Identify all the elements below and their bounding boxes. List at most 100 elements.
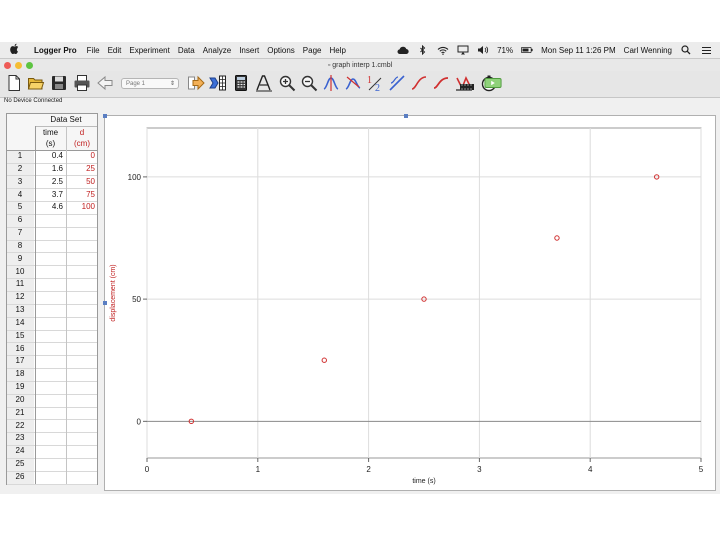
table-row[interactable]: 7	[7, 227, 97, 241]
table-row[interactable]: 9	[7, 253, 97, 267]
time-cell[interactable]: 2.5	[35, 176, 65, 189]
table-row[interactable]: 24	[7, 445, 97, 459]
table-row[interactable]: 26	[7, 471, 97, 485]
new-file-icon[interactable]	[5, 74, 23, 92]
table-row[interactable]: 4 3.7 75	[7, 189, 97, 203]
table-row[interactable]: 16	[7, 343, 97, 357]
table-row[interactable]: 5 4.6 100	[7, 201, 97, 215]
collect-button[interactable]	[483, 74, 503, 92]
app-menu[interactable]: Logger Pro	[34, 46, 77, 55]
curve-fit-linear-icon[interactable]	[388, 74, 406, 92]
window-titlebar: ▫ graph interp 1.cmbl	[0, 59, 720, 71]
menu-help[interactable]: Help	[329, 46, 345, 55]
menu-page[interactable]: Page	[303, 46, 322, 55]
table-row[interactable]: 18	[7, 368, 97, 382]
table-row[interactable]: 20	[7, 394, 97, 408]
menu-options[interactable]: Options	[267, 46, 295, 55]
d-cell[interactable]: 100	[67, 201, 97, 214]
table-row[interactable]: 10	[7, 266, 97, 280]
resize-handle[interactable]	[103, 301, 107, 305]
time-cell[interactable]: 0.4	[35, 150, 65, 163]
menu-file[interactable]: File	[87, 46, 100, 55]
bluetooth-icon[interactable]	[417, 45, 429, 55]
row-number: 14	[15, 317, 25, 327]
table-row[interactable]: 13	[7, 304, 97, 318]
airplay-icon[interactable]	[457, 45, 469, 55]
user-name[interactable]: Carl Wenning	[624, 46, 672, 55]
d-cell[interactable]: 0	[67, 150, 97, 163]
table-row[interactable]: 25	[7, 458, 97, 472]
menu-analyze[interactable]: Analyze	[203, 46, 231, 55]
table-row[interactable]: 19	[7, 381, 97, 395]
x-tick-label: 0	[145, 465, 150, 474]
volume-icon[interactable]	[477, 45, 489, 55]
creative-cloud-icon[interactable]	[397, 45, 409, 55]
page-selector[interactable]: Page 1 ⇕	[121, 78, 179, 89]
graph[interactable]: 0 1 2 3 4 5050100time (s)displacement (cm)	[105, 116, 715, 490]
text-annotation-icon[interactable]	[255, 74, 273, 92]
table-row[interactable]: 23	[7, 432, 97, 447]
curve-fit-icon[interactable]	[410, 74, 428, 92]
table-row[interactable]: 11	[7, 278, 97, 292]
table-row[interactable]: 2 1.6 25	[7, 163, 97, 177]
row-number: 2	[17, 163, 23, 173]
search-icon[interactable]	[680, 45, 692, 55]
integral-icon[interactable]: 12	[366, 74, 384, 92]
resize-handle[interactable]	[103, 114, 107, 118]
d-cell[interactable]: 25	[67, 163, 97, 176]
row-number: 4	[17, 189, 23, 199]
save-icon[interactable]	[50, 74, 68, 92]
wifi-icon[interactable]	[437, 45, 449, 55]
d-cell[interactable]: 75	[67, 189, 97, 202]
next-page-icon[interactable]	[187, 74, 205, 92]
clock[interactable]: Mon Sep 11 1:26 PM	[541, 46, 616, 55]
y-tick-label: 100	[128, 173, 142, 182]
open-folder-icon[interactable]	[27, 74, 45, 92]
table-row[interactable]: 21	[7, 407, 97, 421]
svg-text:2: 2	[375, 83, 380, 92]
table-row[interactable]: 1 0.4 0	[7, 150, 97, 164]
table-row[interactable]: 8	[7, 240, 97, 254]
table-row[interactable]: 3 2.5 50	[7, 176, 97, 190]
menu-data[interactable]: Data	[178, 46, 195, 55]
x-tick-label: 1	[256, 465, 261, 474]
examine-icon[interactable]	[322, 74, 340, 92]
stats-icon[interactable]	[432, 74, 450, 92]
resize-handle[interactable]	[404, 114, 408, 118]
menu-edit[interactable]: Edit	[108, 46, 122, 55]
row-number: 10	[15, 266, 25, 276]
table-row[interactable]: 15	[7, 330, 97, 344]
menu-experiment[interactable]: Experiment	[129, 46, 169, 55]
tangent-icon[interactable]	[344, 74, 362, 92]
table-row[interactable]: 12	[7, 291, 97, 305]
menu-insert[interactable]: Insert	[239, 46, 259, 55]
row-number: 15	[15, 330, 25, 340]
data-table-icon[interactable]	[209, 74, 227, 92]
time-cell[interactable]: 4.6	[35, 201, 65, 214]
notification-icon[interactable]	[700, 45, 712, 55]
table-row[interactable]: 22	[7, 420, 97, 434]
row-number: 23	[15, 433, 25, 443]
apple-logo-icon[interactable]	[10, 43, 24, 57]
battery-icon[interactable]	[521, 45, 533, 55]
table-row[interactable]: 17	[7, 355, 97, 370]
video-icon[interactable]	[458, 74, 476, 92]
time-cell[interactable]: 3.7	[35, 189, 65, 202]
calculator-icon[interactable]	[232, 74, 250, 92]
column-name-time: time	[42, 128, 59, 137]
window-title: ▫ graph interp 1.cmbl	[0, 62, 720, 69]
battery-percent[interactable]: 71%	[497, 46, 513, 55]
d-cell[interactable]: 50	[67, 176, 97, 189]
column-header-d[interactable]: d (cm)	[67, 127, 97, 150]
table-row[interactable]: 14	[7, 317, 97, 331]
graph-panel[interactable]: 0 1 2 3 4 5 0 50 100 time (s) displacement (cm)	[103, 114, 716, 491]
previous-page-icon[interactable]	[96, 74, 114, 92]
column-header-time[interactable]: time (s)	[35, 127, 66, 150]
row-number: 26	[15, 472, 25, 481]
table-row[interactable]: 6	[7, 214, 97, 228]
time-cell[interactable]: 1.6	[35, 163, 65, 176]
y-axis-label: displacement (cm)	[110, 264, 117, 321]
zoom-in-icon[interactable]	[278, 74, 296, 92]
zoom-out-icon[interactable]	[300, 74, 318, 92]
print-icon[interactable]	[73, 74, 91, 92]
